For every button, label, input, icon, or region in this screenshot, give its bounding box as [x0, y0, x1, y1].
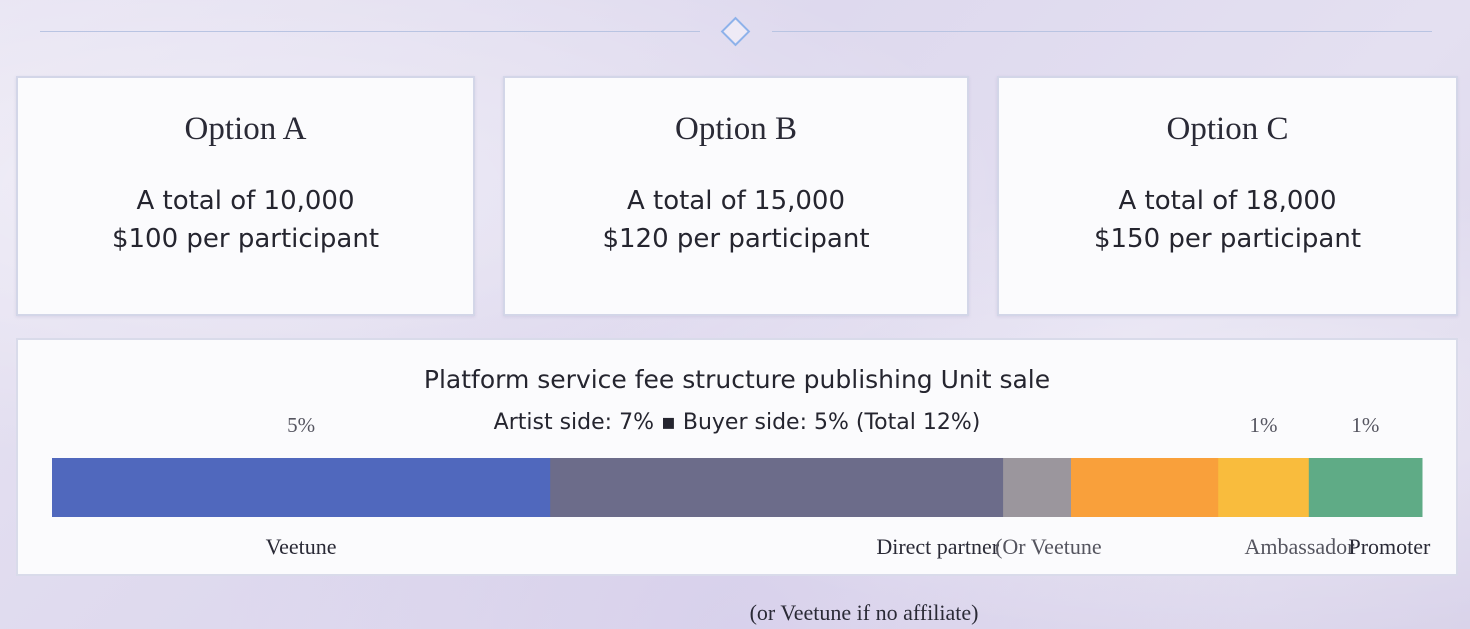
- segment-category-label-2: Direct partner: [876, 534, 999, 559]
- segment-category-label-6: Promoter: [1348, 534, 1431, 559]
- bar-segment-4: [1071, 458, 1219, 517]
- segment-category-label-3: (Or Veetune: [995, 534, 1102, 559]
- fee-split-bar-chart: 5% Veetune Direct partner(Or Veetune 1% Amba…: [52, 413, 1431, 559]
- segment-value-label-6: 1%: [1351, 413, 1379, 437]
- segment-category-label-5: Ambassador: [1245, 534, 1356, 559]
- bar-segment-6: [1308, 458, 1423, 517]
- affiliate-footnote: (or Veetune if no affiliate): [749, 600, 979, 625]
- bar-segment-3: [1003, 458, 1072, 517]
- segment-category-label-1: Veetune: [266, 534, 337, 559]
- bar-segment-5: [1218, 458, 1310, 517]
- segment-value-label-5: 1%: [1250, 413, 1278, 437]
- segment-value-label-1: 5%: [287, 413, 315, 437]
- bar-segment-2: [550, 458, 1004, 517]
- bar-segment-1: [52, 458, 551, 517]
